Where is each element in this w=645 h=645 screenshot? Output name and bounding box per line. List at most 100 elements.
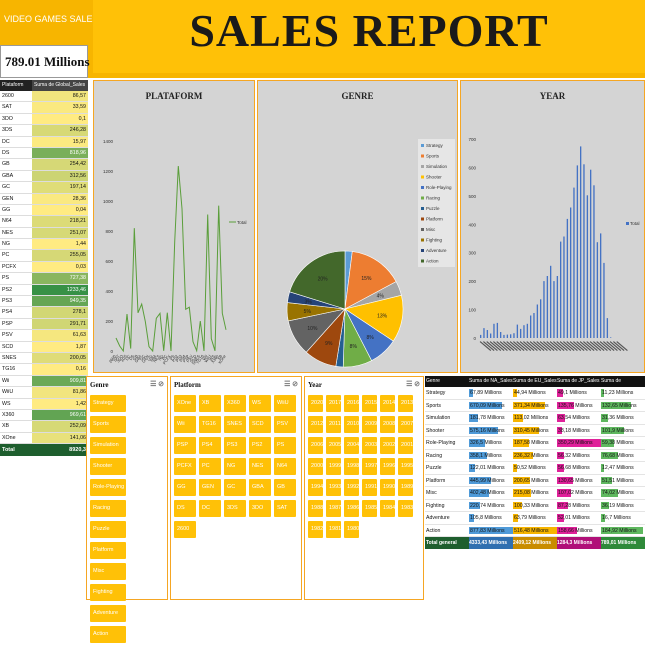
platform-slicer-chip[interactable]: DC xyxy=(199,500,221,517)
platform-slicer-chip[interactable]: NES xyxy=(249,458,271,475)
year-slicer-chip[interactable]: 1987 xyxy=(326,500,341,517)
platform-column-header[interactable]: Plataform xyxy=(0,80,32,91)
year-bar[interactable] xyxy=(526,323,529,338)
year-slicer-chip[interactable]: 1994 xyxy=(308,479,323,496)
platform-row[interactable]: 3DS 246,28 xyxy=(0,125,88,137)
year-bar[interactable] xyxy=(520,328,522,338)
year-bar[interactable] xyxy=(550,265,552,338)
year-slicer-chip[interactable]: 1982 xyxy=(308,521,323,538)
platform-slicer-chip[interactable]: SAT xyxy=(274,500,296,517)
year-bar[interactable] xyxy=(480,334,482,338)
year-slicer-chip[interactable]: 2003 xyxy=(362,437,377,454)
year-slicer-chip[interactable]: 2005 xyxy=(326,437,341,454)
platform-row[interactable]: GB 254,42 xyxy=(0,159,88,171)
platform-row[interactable]: 2600 86,57 xyxy=(0,91,88,103)
year-bar[interactable] xyxy=(566,218,569,338)
multi-select-filter-icon[interactable]: ☰ ⊘ xyxy=(150,380,164,388)
platform-slicer-chip[interactable]: GBA xyxy=(249,479,271,496)
platform-row[interactable]: DC 15,97 xyxy=(0,136,88,148)
year-bar[interactable] xyxy=(533,313,535,338)
year-slicer-chip[interactable]: 2016 xyxy=(344,395,359,412)
year-slicer-chip[interactable]: 2011 xyxy=(326,416,341,433)
platform-slicer-chip[interactable]: GEN xyxy=(199,479,221,496)
year-bar[interactable] xyxy=(586,195,589,338)
platform-slicer-chip[interactable]: PS xyxy=(274,437,296,454)
year-slicer-chip[interactable]: 2020 xyxy=(308,395,323,412)
year-bar[interactable] xyxy=(590,169,592,338)
genre-slicer-chip[interactable]: Shooter xyxy=(90,458,126,475)
platform-row[interactable]: SNES 200,05 xyxy=(0,352,88,365)
year-slicer-chip[interactable]: 1992 xyxy=(344,479,359,496)
year-bar[interactable] xyxy=(610,337,612,338)
year-slicer-chip[interactable]: 2009 xyxy=(362,416,377,433)
year-slicer-chip[interactable]: 1981 xyxy=(326,521,341,538)
year-slicer-chip[interactable]: 1993 xyxy=(326,479,341,496)
year-bar[interactable] xyxy=(580,146,582,338)
platform-slicer-chip[interactable]: N64 xyxy=(274,458,296,475)
platform-slicer-chip[interactable]: GC xyxy=(224,479,246,496)
sales-row[interactable]: Adventure 105,8 Millions 63,79 Millions 52,… xyxy=(425,512,645,525)
platform-row[interactable]: 3DO 0,1 xyxy=(0,113,88,126)
year-bar[interactable] xyxy=(530,315,532,339)
year-bar[interactable] xyxy=(493,323,495,338)
year-bar[interactable] xyxy=(600,233,602,338)
year-slicer-chip[interactable]: 1984 xyxy=(380,500,395,517)
platform-row[interactable]: DS 818,96 xyxy=(0,147,88,160)
year-bar[interactable] xyxy=(593,185,595,338)
year-bar[interactable] xyxy=(506,334,509,338)
year-bar[interactable] xyxy=(500,332,502,338)
platform-slicer-chip[interactable]: GG xyxy=(174,479,196,496)
platform-row[interactable]: Wii 909,81 xyxy=(0,375,88,388)
platform-slicer-chip[interactable]: Wii xyxy=(174,416,196,433)
year-bar[interactable] xyxy=(516,324,519,338)
platform-slicer-chip[interactable]: XOne xyxy=(174,395,196,412)
year-slicer-chip[interactable]: 1997 xyxy=(362,458,377,475)
year-bar[interactable] xyxy=(583,164,585,338)
year-bar[interactable] xyxy=(523,325,525,338)
year-chart-panel[interactable]: YEAR 0 100 200 300 400 500 600 700 Total xyxy=(460,80,645,373)
genre-slicer-chip[interactable]: Misc xyxy=(90,563,126,580)
year-bar[interactable] xyxy=(576,165,579,338)
platform-slicer-chip[interactable]: WiiU xyxy=(274,395,296,412)
year-slicer-chip[interactable]: 1996 xyxy=(380,458,395,475)
year-bar[interactable] xyxy=(540,299,542,338)
platform-row[interactable]: PS2 1233,46 xyxy=(0,284,88,297)
year-bar[interactable] xyxy=(513,333,515,338)
year-bar[interactable] xyxy=(570,207,572,339)
year-bar[interactable] xyxy=(603,262,605,338)
year-bar[interactable] xyxy=(560,241,562,338)
genre-slicer-chip[interactable]: Racing xyxy=(90,500,126,517)
platform-slicer-chip[interactable]: PS3 xyxy=(224,437,246,454)
platform-row[interactable]: GG 0,04 xyxy=(0,204,88,217)
platform-slicer-chip[interactable]: 3DS xyxy=(224,500,246,517)
year-bar[interactable] xyxy=(563,236,565,339)
year-slicer-chip[interactable]: 2008 xyxy=(380,416,395,433)
year-slicer-chip[interactable]: 2000 xyxy=(308,458,323,475)
platform-slicer-chip[interactable]: DS xyxy=(174,500,196,517)
multi-select-filter-icon[interactable]: ☰ ⊘ xyxy=(406,380,420,388)
year-bar[interactable] xyxy=(606,318,609,338)
platform-slicer-chip[interactable]: 3DO xyxy=(249,500,271,517)
year-slicer-chip[interactable]: 2001 xyxy=(398,437,413,454)
year-slicer-chip[interactable]: 1988 xyxy=(308,500,323,517)
genre-column-header[interactable]: Genre xyxy=(425,376,469,387)
platform-slicer-chip[interactable]: PSV xyxy=(274,416,296,433)
year-slicer-chip[interactable]: 1980 xyxy=(344,521,359,538)
platform-row[interactable]: X360 969,61 xyxy=(0,409,88,422)
sales-row[interactable]: Shooter 575,16 Millions 310,45 Millions 38,… xyxy=(425,425,645,437)
platform-row[interactable]: PC 255,05 xyxy=(0,250,88,262)
year-slicer-chip[interactable]: 1983 xyxy=(398,500,413,517)
sales-row[interactable]: Role-Playing 326,5 Millions 187,58 Million… xyxy=(425,437,645,450)
platform-slicer-chip[interactable]: XB xyxy=(199,395,221,412)
year-slicer-chip[interactable]: 1986 xyxy=(344,500,359,517)
platform-slicer-chip[interactable]: 2600 xyxy=(174,521,196,538)
year-slicer-chip[interactable]: 1990 xyxy=(380,479,395,496)
sales-row[interactable]: Simulation 181,78 Millions 113,02 Millions… xyxy=(425,412,645,425)
genre-slicer-chip[interactable]: Sports xyxy=(90,416,126,433)
year-slicer-chip[interactable]: 2017 xyxy=(326,395,341,412)
platform-slicer-chip[interactable]: PS4 xyxy=(199,437,221,454)
sales-row[interactable]: Puzzle 122,01 Millions 50,52 Millions 56,68… xyxy=(425,462,645,475)
year-slicer-chip[interactable]: 2012 xyxy=(308,416,323,433)
platform-slicer-chip[interactable]: SCD xyxy=(249,416,271,433)
platform-slicer-chip[interactable]: PS2 xyxy=(249,437,271,454)
